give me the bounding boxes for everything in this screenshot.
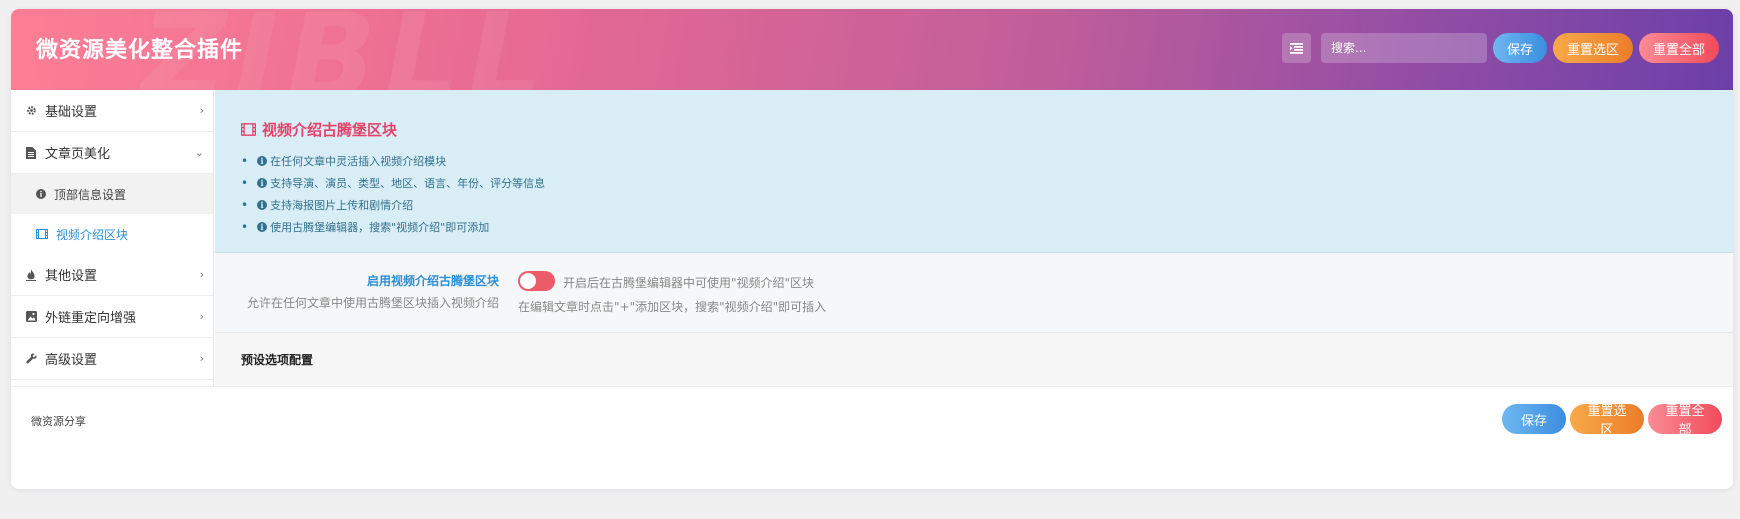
- list-icon: [1289, 42, 1303, 54]
- footer: 微资源分享 保存 重置选区 重置全部: [11, 386, 1733, 489]
- sidebar-item-link-redirect[interactable]: 外链重定向增强 ›: [11, 296, 213, 338]
- settings-panel: ZIBLL 微资源美化整合插件 保存 重置选区 重置全部 基础设置: [11, 9, 1733, 489]
- footer-save-button[interactable]: 保存: [1502, 404, 1566, 434]
- fire-icon: [25, 268, 37, 281]
- info-icon: [36, 189, 46, 199]
- info-icon: i: [257, 222, 268, 232]
- list-item: i在任何文章中灵活插入视频介绍模块: [241, 150, 545, 172]
- sidebar-item-label: 其他设置: [45, 269, 98, 284]
- list-item-text: 支持导演、演员、类型、地区、语言、年份、评分等信息: [270, 177, 546, 190]
- list-item: i支持海报图片上传和剧情介绍: [241, 194, 545, 216]
- sidebar-subitem-video-block[interactable]: 视频介绍区块: [11, 214, 213, 254]
- reset-all-button[interactable]: 重置全部: [1638, 33, 1719, 63]
- save-button[interactable]: 保存: [1492, 33, 1547, 63]
- menu-toggle-button[interactable]: [1281, 33, 1311, 63]
- preset-section-title: 预设选项配置: [241, 353, 314, 367]
- list-item: i支持导演、演员、类型、地区、语言、年份、评分等信息: [241, 172, 545, 194]
- info-notice: 视频介绍古腾堡区块 i在任何文章中灵活插入视频介绍模块 i支持导演、演员、类型、…: [215, 90, 1733, 253]
- gear-icon: [25, 105, 37, 117]
- field-description: 开启后在古腾堡编辑器中可使用"视频介绍"区块: [563, 276, 815, 290]
- sidebar-item-label: 文章页美化: [45, 147, 111, 162]
- sidebar-item-advanced-settings[interactable]: 高级设置 ›: [11, 338, 213, 380]
- sidebar-subitem-top-info[interactable]: 顶部信息设置: [11, 174, 213, 214]
- page-title: 微资源美化整合插件: [36, 38, 244, 63]
- footer-toolbar: 保存 重置选区 重置全部: [1502, 404, 1722, 438]
- sidebar-item-basic-settings[interactable]: 基础设置 ›: [11, 90, 213, 132]
- footer-reset-all-button[interactable]: 重置全部: [1648, 404, 1722, 438]
- list-item-text: 支持海报图片上传和剧情介绍: [270, 199, 414, 212]
- search-input[interactable]: [1320, 33, 1487, 63]
- sidebar-subitem-label: 视频介绍区块: [56, 227, 129, 242]
- enable-video-block-toggle[interactable]: [518, 271, 555, 291]
- footer-reset-section-button[interactable]: 重置选区: [1570, 404, 1644, 438]
- field-label-group: 启用视频介绍古腾堡区块 允许在任何文章中使用古腾堡区块插入视频介绍: [247, 272, 499, 311]
- list-item: i使用古腾堡编辑器，搜索"视频介绍"即可添加: [241, 216, 545, 238]
- sidebar-item-article-beautify[interactable]: 文章页美化 ⌄: [11, 132, 213, 174]
- chevron-down-icon: ⌄: [194, 146, 204, 159]
- film-icon: [36, 229, 48, 239]
- header: ZIBLL 微资源美化整合插件 保存 重置选区 重置全部: [11, 9, 1733, 90]
- main-content: 视频介绍古腾堡区块 i在任何文章中灵活插入视频介绍模块 i支持导演、演员、类型、…: [215, 90, 1733, 386]
- header-toolbar: 保存 重置选区 重置全部: [1281, 33, 1719, 63]
- toggle-knob: [520, 273, 536, 289]
- sidebar-item-other-settings[interactable]: 其他设置 ›: [11, 254, 213, 296]
- list-item-text: 在任何文章中灵活插入视频介绍模块: [270, 155, 447, 168]
- field-sublabel: 允许在任何文章中使用古腾堡区块插入视频介绍: [246, 296, 499, 310]
- sidebar-subitem-label: 顶部信息设置: [54, 187, 127, 202]
- chevron-right-icon: ›: [199, 268, 204, 281]
- info-title-text: 视频介绍古腾堡区块: [262, 121, 398, 139]
- chevron-right-icon: ›: [199, 310, 204, 323]
- sidebar-item-label: 基础设置: [45, 105, 98, 120]
- footer-text: 微资源分享: [31, 415, 86, 428]
- reset-section-button[interactable]: 重置选区: [1552, 33, 1633, 63]
- chevron-right-icon: ›: [199, 352, 204, 365]
- info-icon: i: [257, 200, 268, 210]
- info-icon: i: [257, 178, 268, 188]
- list-item-text: 使用古腾堡编辑器，搜索"视频介绍"即可添加: [270, 221, 490, 234]
- field-help-text: 在编辑文章时点击"+"添加区块，搜索"视频介绍"即可插入: [518, 300, 827, 314]
- chevron-right-icon: ›: [199, 104, 204, 117]
- sidebar-item-label: 外链重定向增强: [45, 311, 137, 326]
- info-title: 视频介绍古腾堡区块: [241, 119, 397, 140]
- image-icon: [25, 311, 37, 323]
- info-list: i在任何文章中灵活插入视频介绍模块 i支持导演、演员、类型、地区、语言、年份、评…: [241, 150, 545, 238]
- preset-section: 预设选项配置: [215, 333, 1733, 386]
- wrench-icon: [25, 353, 37, 365]
- info-icon: i: [257, 156, 268, 166]
- sidebar-item-label: 高级设置: [45, 353, 98, 368]
- field-enable-video-block: 启用视频介绍古腾堡区块 允许在任何文章中使用古腾堡区块插入视频介绍 开启后在古腾…: [215, 253, 1733, 333]
- field-label: 启用视频介绍古腾堡区块: [366, 274, 499, 288]
- file-icon: [25, 146, 37, 159]
- sidebar: 基础设置 › 文章页美化 ⌄ 顶部信息设置 视频介绍区块 其他设置 › 外链重定…: [11, 90, 214, 386]
- film-icon: [241, 123, 256, 136]
